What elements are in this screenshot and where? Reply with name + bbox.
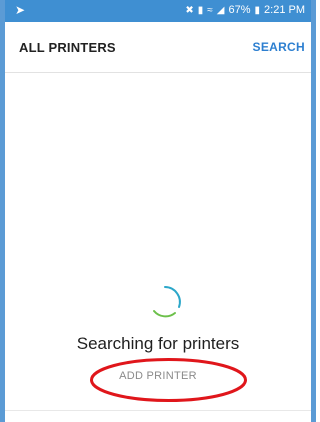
signal-icon: ◢ xyxy=(216,4,225,16)
wifi-icon: ≈ xyxy=(207,4,213,16)
page-title: ALL PRINTERS xyxy=(19,40,116,55)
spinner-arc-blue xyxy=(164,286,181,308)
battery-percentage: 67% xyxy=(228,4,251,16)
frame-border-right xyxy=(311,0,316,422)
mute-icon: ✖ xyxy=(185,4,194,16)
status-bar: ➤ ✖ ▮ ≈ ◢ 67% ▮ 2:21 PM xyxy=(5,0,311,22)
status-time: 2:21 PM xyxy=(264,4,305,16)
add-printer-button[interactable]: ADD PRINTER xyxy=(5,370,311,382)
search-button[interactable]: SEARCH xyxy=(253,40,305,54)
status-icons: ✖ ▮ ≈ ◢ 67% ▮ 2:21 PM xyxy=(185,4,305,16)
spinner-arc-green xyxy=(153,310,176,318)
location-arrow-icon: ➤ xyxy=(15,3,26,17)
screen: ➤ ✖ ▮ ≈ ◢ 67% ▮ 2:21 PM ALL PRINTERS SEA… xyxy=(0,0,316,422)
app-bar: ALL PRINTERS SEARCH xyxy=(5,22,311,73)
loading-spinner-icon xyxy=(153,286,181,318)
vibrate-icon: ▮ xyxy=(197,4,204,16)
searching-status-text: Searching for printers xyxy=(76,334,240,353)
battery-icon: ▮ xyxy=(254,4,261,16)
divider xyxy=(5,410,311,411)
